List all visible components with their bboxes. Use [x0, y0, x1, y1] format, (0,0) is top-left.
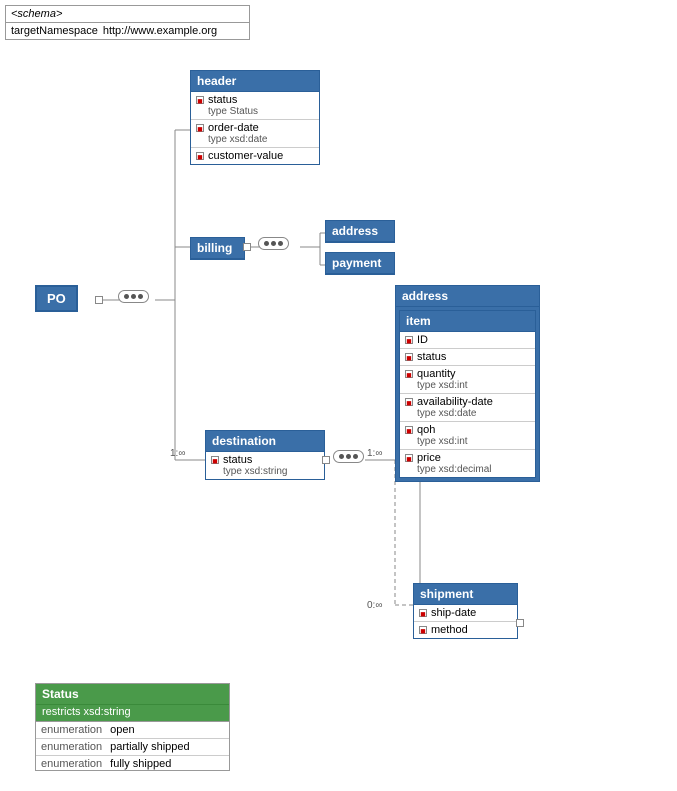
qoh-marker: ■	[405, 426, 413, 434]
status-row-full: enumeration fully shipped	[36, 756, 229, 772]
enum-val-2: partially shipped	[110, 741, 190, 753]
destination-field-status: ■ status type xsd:string	[206, 452, 324, 479]
shipment-title: shipment	[414, 584, 517, 605]
header-order-date-name: order-date	[208, 122, 259, 134]
payment-node: payment	[325, 252, 395, 275]
destination-connector	[322, 456, 330, 464]
mult-po: 1:∞	[170, 448, 185, 459]
billing-connector	[243, 243, 251, 251]
diagram-container: <schema> targetNamespace http://www.exam…	[0, 0, 677, 791]
billing-node: billing	[190, 237, 245, 260]
header-title: header	[191, 71, 319, 92]
item-field-qoh: ■ qoh type xsd:int	[400, 422, 535, 450]
connection-lines	[0, 0, 677, 791]
method-marker: ■	[419, 626, 427, 634]
item-field-quantity: ■ quantity type xsd:int	[400, 366, 535, 394]
shipment-method-name: method	[431, 624, 468, 636]
item-avail-date-name: availability-date	[417, 396, 493, 408]
item-field-status: ■ status	[400, 349, 535, 366]
header-status-name: status	[208, 94, 237, 106]
item-qoh-name: qoh	[417, 424, 435, 436]
avail-date-marker: ■	[405, 398, 413, 406]
shipment-field-ship-date: ■ ship-date	[414, 605, 517, 622]
id-marker: ■	[405, 336, 413, 344]
header-node: header ■ status type Status ■ order-date…	[190, 70, 320, 165]
item-price-name: price	[417, 452, 441, 464]
enum-val-3: fully shipped	[110, 758, 171, 770]
dest-status-name: status	[223, 454, 252, 466]
schema-box: <schema> targetNamespace http://www.exam…	[5, 5, 250, 40]
header-field-customer-value: ■ customer-value	[191, 148, 319, 164]
enum-key-1: enumeration	[41, 724, 102, 736]
item-avail-date-type: type xsd:date	[405, 408, 530, 419]
quantity-marker: ■	[405, 370, 413, 378]
item-status-name: status	[417, 351, 446, 363]
po-node: PO	[35, 285, 78, 312]
schema-namespace-row: targetNamespace http://www.example.org	[6, 23, 249, 39]
schema-namespace-key: targetNamespace	[11, 25, 98, 37]
address-mid-title: address	[396, 286, 539, 307]
mult-shipment: 0:∞	[367, 600, 382, 611]
status-marker: ■	[196, 96, 204, 104]
mult-dest-addr: 1:∞	[367, 448, 382, 459]
destination-title: destination	[206, 431, 324, 452]
price-marker: ■	[405, 454, 413, 462]
dot1	[124, 294, 129, 299]
billing-title: billing	[191, 238, 244, 259]
schema-title: <schema>	[6, 6, 249, 23]
billing-sequence	[258, 237, 289, 250]
shipment-ship-date-name: ship-date	[431, 607, 476, 619]
dot3	[353, 454, 358, 459]
dot3	[138, 294, 143, 299]
dot1	[339, 454, 344, 459]
ship-date-marker: ■	[419, 609, 427, 617]
shipment-connector	[516, 619, 524, 627]
item-field-avail-date: ■ availability-date type xsd:date	[400, 394, 535, 422]
item-price-type: type xsd:decimal	[405, 464, 530, 475]
header-order-date-type: type xsd:date	[196, 134, 314, 145]
address-mid-node: address item ■ ID ■ status ■ quantity	[395, 285, 540, 482]
header-field-order-date: ■ order-date type xsd:date	[191, 120, 319, 148]
header-status-type: type Status	[196, 106, 314, 117]
item-field-price: ■ price type xsd:decimal	[400, 450, 535, 477]
payment-title: payment	[326, 253, 394, 274]
customer-value-marker: ■	[196, 152, 204, 160]
status-row-partial: enumeration partially shipped	[36, 739, 229, 756]
item-id-name: ID	[417, 334, 428, 346]
item-title: item	[400, 311, 535, 332]
dot2	[131, 294, 136, 299]
schema-namespace-val: http://www.example.org	[103, 25, 217, 37]
destination-node: destination ■ status type xsd:string	[205, 430, 325, 480]
dot2	[346, 454, 351, 459]
dest-status-type: type xsd:string	[211, 466, 319, 477]
item-status-marker: ■	[405, 353, 413, 361]
status-subtitle: restricts xsd:string	[36, 705, 229, 722]
enum-key-3: enumeration	[41, 758, 102, 770]
header-field-status: ■ status type Status	[191, 92, 319, 120]
dot1	[264, 241, 269, 246]
enum-val-1: open	[110, 724, 134, 736]
item-quantity-name: quantity	[417, 368, 456, 380]
item-quantity-type: type xsd:int	[405, 380, 530, 391]
status-box: Status restricts xsd:string enumeration …	[35, 683, 230, 771]
item-field-id: ■ ID	[400, 332, 535, 349]
dest-status-marker: ■	[211, 456, 219, 464]
address-top-title: address	[326, 221, 394, 242]
dot3	[278, 241, 283, 246]
destination-sequence	[333, 450, 364, 463]
shipment-field-method: ■ method	[414, 622, 517, 638]
shipment-node: shipment ■ ship-date ■ method	[413, 583, 518, 639]
enum-key-2: enumeration	[41, 741, 102, 753]
address-top-node: address	[325, 220, 395, 243]
status-row-open: enumeration open	[36, 722, 229, 739]
status-title: Status	[36, 684, 229, 705]
order-date-marker: ■	[196, 124, 204, 132]
item-qoh-type: type xsd:int	[405, 436, 530, 447]
header-customer-value-name: customer-value	[208, 150, 283, 162]
dot2	[271, 241, 276, 246]
po-sequence	[118, 290, 149, 303]
po-connector	[95, 296, 103, 304]
